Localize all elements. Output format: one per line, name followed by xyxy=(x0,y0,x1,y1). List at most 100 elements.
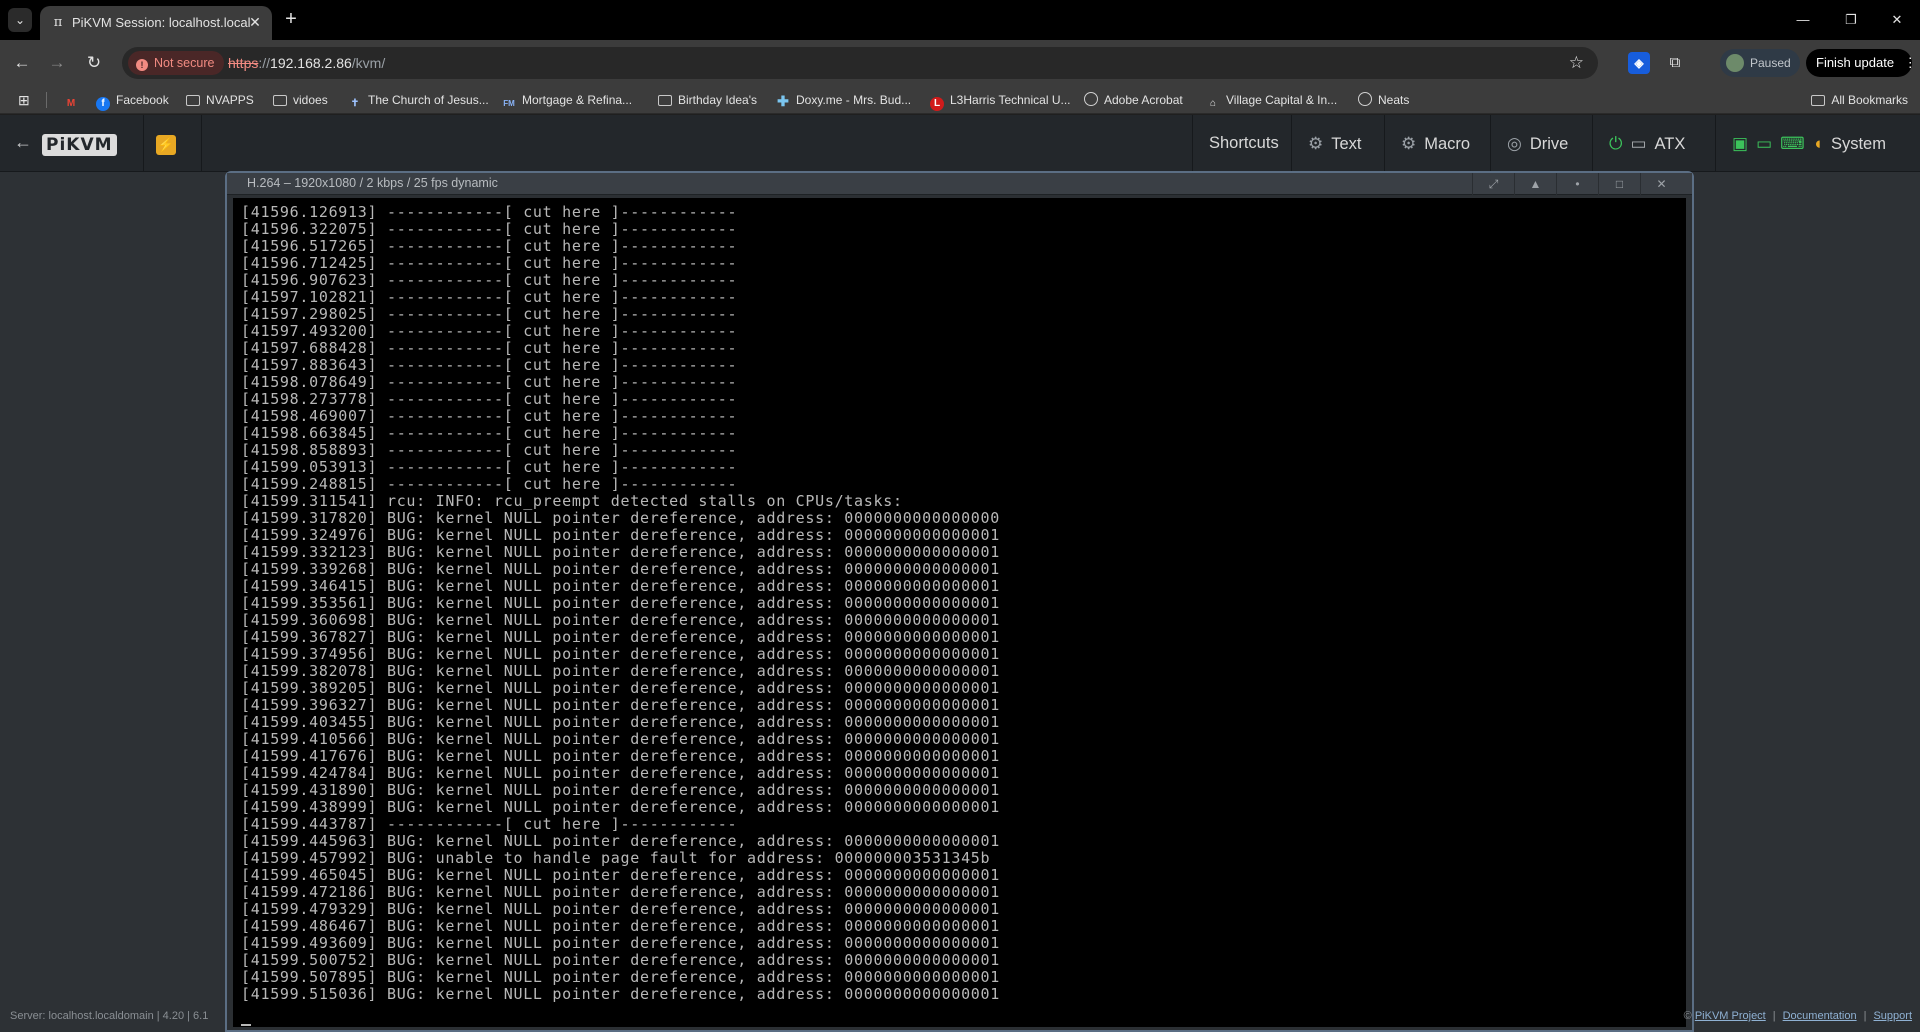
bookmark-adobe-acrobat[interactable]: Adobe Acrobat xyxy=(1084,90,1183,110)
gmail-icon: M xyxy=(66,98,76,109)
extensions-puzzle-icon[interactable]: ⧉ xyxy=(1664,52,1686,74)
menu-macro[interactable]: ⚙ Macro xyxy=(1384,115,1486,172)
all-bookmarks-button[interactable]: All Bookmarks xyxy=(1811,90,1908,110)
profile-button[interactable]: Paused xyxy=(1720,49,1800,77)
window-close-button[interactable]: ✕ xyxy=(1874,8,1920,32)
bookmark-folder-nvapps[interactable]: NVAPPS xyxy=(186,90,254,110)
footer-links: © PiKVM Project | Documentation | Support xyxy=(1684,1010,1912,1022)
apps-grid-icon[interactable]: ⊞ xyxy=(18,92,34,108)
fm-icon: FM xyxy=(503,99,515,108)
pikvm-project-link[interactable]: PiKVM Project xyxy=(1695,1010,1766,1022)
bookmark-label: Village Capital & In... xyxy=(1226,93,1338,107)
bookmark-label: Facebook xyxy=(116,93,169,107)
stream-window-header[interactable]: H.264 – 1920x1080 / 2 kbps / 25 fps dyna… xyxy=(227,173,1692,195)
finish-update-label: Finish update xyxy=(1816,55,1895,70)
power-bolt-icon[interactable]: ⚡ xyxy=(156,135,176,155)
drive-icon: ◎ xyxy=(1507,134,1522,153)
window-restore-button[interactable]: ❐ xyxy=(1828,8,1874,32)
tab-title: PiKVM Session: localhost.locald xyxy=(72,15,250,30)
console-line: [41598.273778] ------------[ cut here ]-… xyxy=(241,390,738,408)
menu-shortcuts[interactable]: Shortcuts xyxy=(1192,115,1295,172)
console-line: [41597.102821] ------------[ cut here ]-… xyxy=(241,288,738,306)
security-chip-label: Not secure xyxy=(154,56,215,70)
bookmark-village-capital[interactable]: ⌂ Village Capital & In... xyxy=(1206,90,1337,110)
bookmark-l3harris[interactable]: L L3Harris Technical U... xyxy=(930,90,1071,111)
window-minimize-button[interactable]: — xyxy=(1780,8,1826,32)
console-line: [41599.465045] BUG: kernel NULL pointer … xyxy=(241,866,1000,884)
console-line: [41599.396327] BUG: kernel NULL pointer … xyxy=(241,696,1000,714)
finish-update-button[interactable]: Finish update ⋮ xyxy=(1806,49,1917,77)
stream-info: H.264 – 1920x1080 / 2 kbps / 25 fps dyna… xyxy=(247,176,498,190)
console-line: [41598.858893] ------------[ cut here ]-… xyxy=(241,441,738,459)
bitwarden-extension-icon[interactable]: ◈ xyxy=(1628,52,1650,74)
menu-label: Shortcuts xyxy=(1209,134,1279,152)
console-line: [41599.472186] BUG: kernel NULL pointer … xyxy=(241,883,1000,901)
reload-button[interactable]: ↻ xyxy=(82,51,106,75)
url-text[interactable]: https://192.168.2.86/kvm/ xyxy=(228,55,385,71)
menubar-divider xyxy=(201,115,202,172)
church-icon: ✝ xyxy=(350,98,360,109)
menu-atx[interactable]: ⏻ ▭ ATX xyxy=(1592,115,1701,172)
menu-label: Text xyxy=(1331,135,1362,153)
menu-system[interactable]: ▣ ▭ ⌨ ◖ System xyxy=(1715,115,1920,172)
documentation-link[interactable]: Documentation xyxy=(1783,1010,1857,1022)
warning-icon: ! xyxy=(136,59,148,71)
close-window-button[interactable]: ✕ xyxy=(1640,173,1682,195)
support-link[interactable]: Support xyxy=(1873,1010,1912,1022)
dot-button[interactable]: • xyxy=(1556,173,1598,195)
console-line: [41599.389205] BUG: kernel NULL pointer … xyxy=(241,679,1000,697)
tab-close-icon[interactable]: ✕ xyxy=(246,13,264,31)
console-line: [41599.424784] BUG: kernel NULL pointer … xyxy=(241,764,1000,782)
console-line: [41599.493609] BUG: kernel NULL pointer … xyxy=(241,934,1000,952)
bookmarks-bar: ⊞ M f Facebook NVAPPS vidoes ✝ The Church … xyxy=(0,86,1920,114)
back-button[interactable]: ← xyxy=(10,51,34,75)
stream-window[interactable]: H.264 – 1920x1080 / 2 kbps / 25 fps dyna… xyxy=(225,171,1694,1032)
gear-icon: ⚙ xyxy=(1308,134,1324,153)
console-line: [41596.907623] ------------[ cut here ]-… xyxy=(241,271,738,289)
menu-text[interactable]: ⚙ Text xyxy=(1291,115,1378,172)
console-line: [41596.712425] ------------[ cut here ]-… xyxy=(241,254,738,272)
profile-status: Paused xyxy=(1750,56,1791,70)
console-line: [41597.298025] ------------[ cut here ]-… xyxy=(241,305,738,323)
security-chip[interactable]: ! Not secure xyxy=(128,51,225,75)
fullscreen-button[interactable]: ⤢ xyxy=(1472,173,1514,195)
bookmark-star-icon[interactable]: ☆ xyxy=(1569,53,1584,73)
pikvm-app: ← PiKVM ⚡ Shortcuts ⚙ Text ⚙ Macro ◎ Drive … xyxy=(0,115,1920,1032)
browser-tab-active[interactable]: π PiKVM Session: localhost.locald ✕ xyxy=(40,6,272,40)
console-line: [41599.332123] BUG: kernel NULL pointer … xyxy=(241,543,1000,561)
menu-label: Macro xyxy=(1424,135,1471,153)
pikvm-menubar: ← PiKVM ⚡ Shortcuts ⚙ Text ⚙ Macro ◎ Drive … xyxy=(0,115,1920,172)
tab-search-button[interactable]: ⌄ xyxy=(8,8,32,32)
bookmark-doxy[interactable]: ✚ Doxy.me - Mrs. Bud... xyxy=(776,90,911,110)
folder-icon xyxy=(273,95,287,106)
remote-screen[interactable]: [41596.126913] ------------[ cut here ]-… xyxy=(233,198,1686,1027)
folder-icon xyxy=(658,95,672,106)
new-tab-button[interactable]: + xyxy=(280,9,302,31)
console-line: [41599.507895] BUG: kernel NULL pointer … xyxy=(241,968,1000,986)
back-arrow-icon[interactable]: ← xyxy=(14,132,32,153)
server-info: Server: localhost.localdomain | 4.20 | 6… xyxy=(10,1010,209,1022)
menu-drive[interactable]: ◎ Drive xyxy=(1490,115,1584,172)
keyboard-icon: ⌨ xyxy=(1780,134,1805,153)
bookmark-neats[interactable]: Neats xyxy=(1358,90,1409,110)
console-line: [41598.078649] ------------[ cut here ]-… xyxy=(241,373,738,391)
address-bar[interactable]: ! Not secure https://192.168.2.86/kvm/ ☆ xyxy=(122,47,1598,79)
stream-status-icon: ▣ xyxy=(1732,134,1749,153)
console-line: [41599.445963] BUG: kernel NULL pointer … xyxy=(241,832,1000,850)
maximize-button[interactable]: □ xyxy=(1598,173,1640,195)
bookmark-folder-birthday[interactable]: Birthday Idea's xyxy=(658,90,757,110)
bookmark-label: Doxy.me - Mrs. Bud... xyxy=(796,93,912,107)
bookmark-church[interactable]: ✝ The Church of Jesus... xyxy=(348,90,489,110)
screenshot-button[interactable]: ▲ xyxy=(1514,173,1556,195)
kernel-console-output: [41596.126913] ------------[ cut here ]-… xyxy=(241,204,1000,1003)
forward-button[interactable]: → xyxy=(45,51,69,75)
bookmark-folder-vidoes[interactable]: vidoes xyxy=(273,90,328,110)
bookmark-label: Mortgage & Refina... xyxy=(522,93,633,107)
console-line: [41599.457992] BUG: unable to handle pag… xyxy=(241,849,991,867)
bookmark-facebook[interactable]: f Facebook xyxy=(96,90,169,111)
bookmark-label: The Church of Jesus... xyxy=(368,93,489,107)
bookmark-gmail[interactable]: M xyxy=(64,90,84,110)
bookmark-mortgage[interactable]: FM Mortgage & Refina... xyxy=(502,90,632,110)
monitor-icon: ▭ xyxy=(1756,134,1773,153)
console-line: [41596.126913] ------------[ cut here ]-… xyxy=(241,203,738,221)
